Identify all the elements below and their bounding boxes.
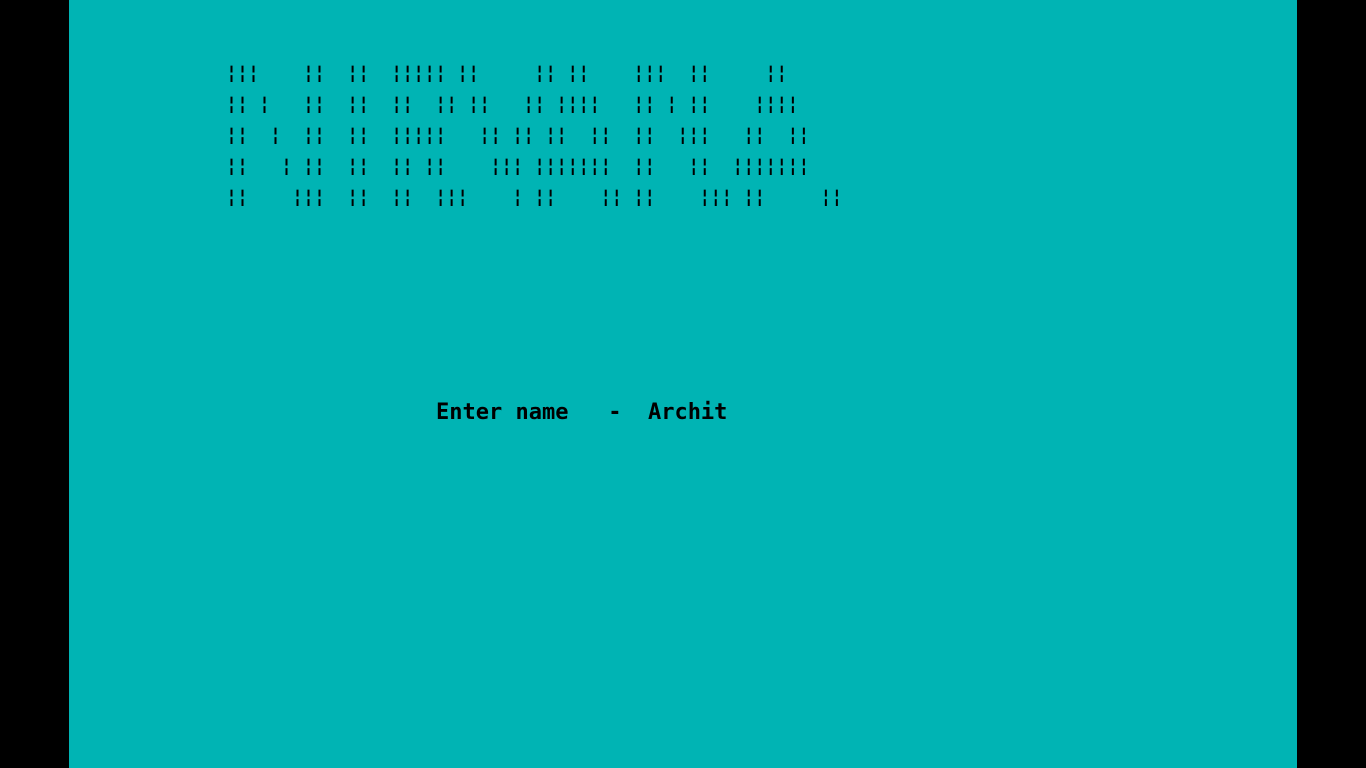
banner-line: ¦¦ ¦¦¦ ¦¦ ¦¦ ¦¦¦ ¦ ¦¦ ¦¦ ¦¦ ¦¦¦ ¦¦ ¦¦ — [226, 187, 843, 208]
banner-line: ¦¦ ¦ ¦¦ ¦¦ ¦¦ ¦¦ ¦¦ ¦¦ ¦¦¦¦ ¦¦ ¦ ¦¦ ¦¦¦¦ — [226, 94, 799, 115]
dos-screen: ¦¦¦ ¦¦ ¦¦ ¦¦¦¦¦ ¦¦ ¦¦ ¦¦ ¦¦¦ ¦¦ ¦¦ ¦¦ ¦ … — [69, 0, 1297, 768]
name-prompt[interactable]: Enter name - Archit — [436, 398, 727, 428]
banner-line: ¦¦¦ ¦¦ ¦¦ ¦¦¦¦¦ ¦¦ ¦¦ ¦¦ ¦¦¦ ¦¦ ¦¦ — [226, 63, 788, 84]
name-input-value[interactable]: Archit — [648, 400, 727, 425]
prompt-label: Enter name — [436, 400, 569, 425]
banner-line: ¦¦ ¦ ¦¦ ¦¦ ¦¦ ¦¦ ¦¦¦ ¦¦¦¦¦¦¦ ¦¦ ¦¦ ¦¦¦¦¦… — [226, 156, 810, 177]
prompt-separator: - — [608, 400, 622, 425]
nirvana-ascii-banner: ¦¦¦ ¦¦ ¦¦ ¦¦¦¦¦ ¦¦ ¦¦ ¦¦ ¦¦¦ ¦¦ ¦¦ ¦¦ ¦ … — [226, 62, 1226, 212]
banner-line: ¦¦ ¦ ¦¦ ¦¦ ¦¦¦¦¦ ¦¦ ¦¦ ¦¦ ¦¦ ¦¦ ¦¦¦ ¦¦ ¦… — [226, 125, 810, 146]
